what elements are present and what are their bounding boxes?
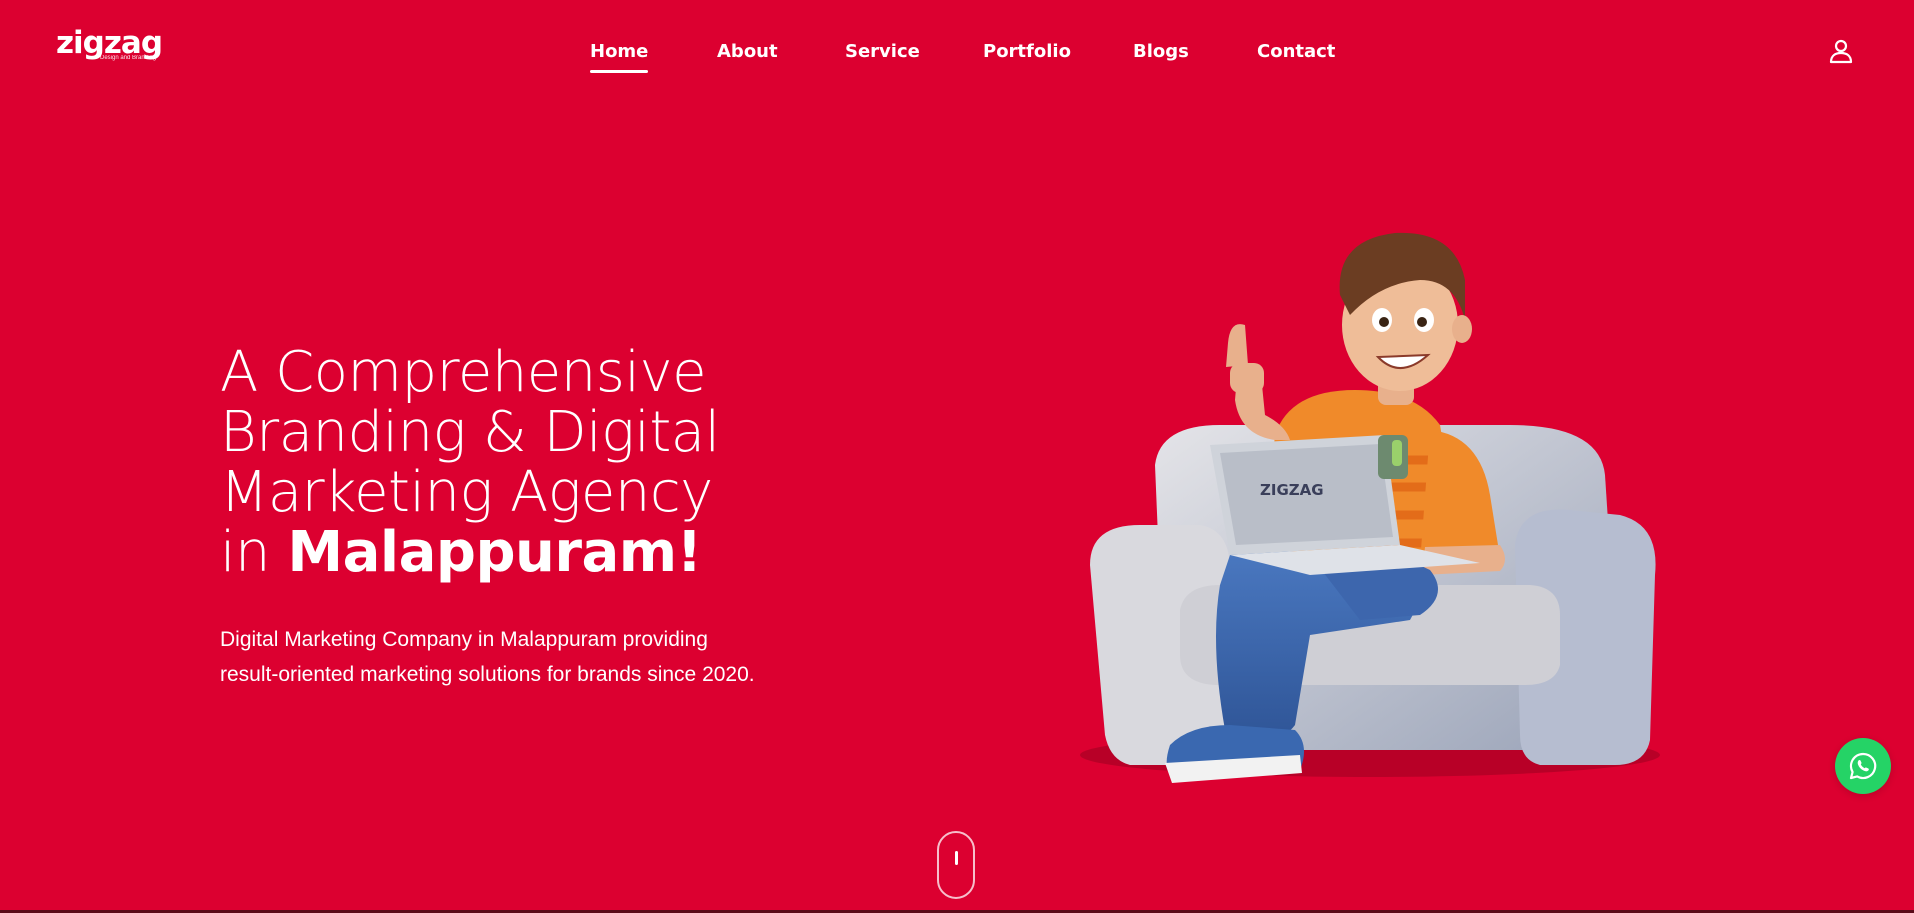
hero-illustration: ZIGZAG xyxy=(1060,225,1670,815)
laptop-logo: ZIGZAG xyxy=(1260,481,1324,499)
user-icon xyxy=(1829,39,1853,64)
main-nav: Home About Service Portfolio Blogs Conta… xyxy=(0,41,1914,73)
hero-title: A Comprehensive Branding & Digital Marke… xyxy=(220,343,840,583)
site-header: zigzag Design and Branding Home About Se… xyxy=(0,0,1914,105)
nav-item-about[interactable]: About xyxy=(717,41,778,62)
character-on-sofa-illustration: ZIGZAG xyxy=(1080,232,1660,783)
whatsapp-icon xyxy=(1849,752,1877,780)
nav-item-home[interactable]: Home xyxy=(590,41,649,73)
user-account-button[interactable] xyxy=(1826,37,1856,67)
hero-subtitle-line: Digital Marketing Company in Malappuram … xyxy=(220,628,708,651)
nav-item-blogs[interactable]: Blogs xyxy=(1133,41,1189,62)
nav-item-service[interactable]: Service xyxy=(845,41,920,62)
nav-item-contact[interactable]: Contact xyxy=(1257,41,1335,62)
scroll-down-indicator[interactable] xyxy=(937,831,975,899)
hero-title-line: in Malappuram! xyxy=(220,523,840,583)
nav-item-portfolio[interactable]: Portfolio xyxy=(983,41,1071,62)
hero-title-line: A Comprehensive xyxy=(220,340,707,405)
mouse-scroll-icon xyxy=(955,851,958,865)
whatsapp-chat-button[interactable] xyxy=(1835,738,1891,794)
hero-subtitle: Digital Marketing Company in Malappuram … xyxy=(220,622,780,692)
hero-title-line: Branding & Digital xyxy=(220,400,720,465)
hero-subtitle-line: result-oriented marketing solutions for … xyxy=(220,663,755,686)
hero-title-city: Malappuram! xyxy=(287,520,702,585)
hero-title-line: Marketing Agency xyxy=(220,460,713,525)
hero-title-prefix: in xyxy=(220,520,288,585)
